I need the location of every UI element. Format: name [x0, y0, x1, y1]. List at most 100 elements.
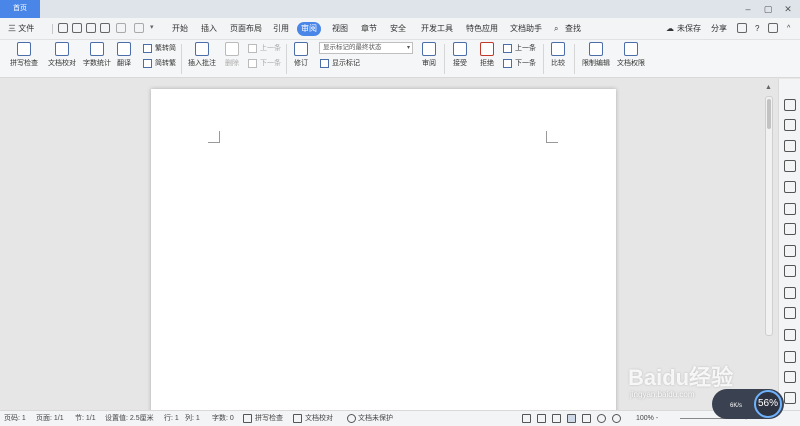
prev-comment-icon: [248, 44, 257, 53]
spell-check-button[interactable]: 拼写检查: [6, 42, 42, 68]
chevron-down-icon[interactable]: ▾: [150, 23, 160, 33]
tab-chapter[interactable]: 章节: [361, 22, 377, 36]
print-icon[interactable]: [86, 23, 96, 33]
simp-to-trad-button[interactable]: 简转繁: [143, 58, 176, 69]
close-button[interactable]: ✕: [778, 0, 798, 18]
style-pane-icon[interactable]: [784, 99, 796, 111]
page-count: 页面: 1/1: [36, 415, 64, 422]
zoom-level[interactable]: 100% -: [636, 411, 658, 426]
tab-page-layout[interactable]: 页面布局: [230, 22, 262, 36]
tab-security[interactable]: 安全: [390, 22, 406, 36]
reject-button[interactable]: 拒绝: [476, 42, 498, 68]
menu-bar: 三 文件 ▾ 开始 插入 页面布局 引用 审阅 视图 章节 安全 开发工具 特色…: [0, 18, 800, 40]
tab-insert[interactable]: 插入: [201, 22, 217, 36]
tab-references[interactable]: 引用: [273, 22, 289, 36]
select-pointer-icon[interactable]: [784, 119, 796, 131]
speed-percent: 56%: [754, 390, 782, 418]
doc-proof-button[interactable]: 文档校对: [46, 42, 78, 68]
eye-protection-icon[interactable]: [612, 414, 621, 423]
fullscreen-icon[interactable]: [522, 414, 531, 423]
spell-check-status-icon: [243, 414, 252, 423]
show-markup-button[interactable]: 显示标记: [320, 58, 360, 69]
shape-icon[interactable]: [784, 160, 796, 172]
word-count-button[interactable]: 字数统计: [81, 42, 113, 68]
restrict-edit-button[interactable]: 限制编辑: [580, 42, 612, 68]
accept-icon: [453, 42, 467, 56]
unsaved-status[interactable]: 未保存: [677, 22, 701, 36]
doc-proof-status[interactable]: 文档校对: [305, 411, 333, 426]
chart-icon[interactable]: [784, 245, 796, 257]
edit-icon[interactable]: [784, 287, 796, 299]
file-menu-button[interactable]: 三 文件: [8, 22, 34, 36]
vertical-scrollbar[interactable]: [765, 96, 773, 336]
help-button[interactable]: ?: [755, 22, 759, 36]
image-icon[interactable]: [784, 371, 796, 383]
table-icon[interactable]: [784, 203, 796, 215]
accept-button[interactable]: 接受: [449, 42, 471, 68]
undo-icon[interactable]: [116, 23, 126, 33]
prev-change-button[interactable]: 上一条: [503, 43, 536, 54]
adjust-icon[interactable]: [784, 265, 796, 277]
track-changes-button[interactable]: 修订: [290, 42, 312, 68]
location-icon[interactable]: [784, 140, 796, 152]
review-pane-icon: [422, 42, 436, 56]
watermark-logo: Baidu经验: [628, 365, 734, 390]
review-pane-label: 审阅: [422, 60, 436, 67]
tab-special[interactable]: 特色应用: [466, 22, 498, 36]
word-count-status[interactable]: 字数: 0: [212, 411, 234, 426]
mail-icon[interactable]: [768, 23, 778, 33]
tab-view[interactable]: 视图: [332, 22, 348, 36]
tab-start[interactable]: 开始: [172, 22, 188, 36]
scrollbar-thumb[interactable]: [767, 99, 771, 129]
review-pane-button[interactable]: 审阅: [418, 42, 440, 68]
web-view-icon[interactable]: [597, 414, 606, 423]
minimize-button[interactable]: –: [738, 0, 758, 18]
grid-icon[interactable]: [784, 223, 796, 235]
next-change-button[interactable]: 下一条: [503, 58, 536, 69]
search-icon[interactable]: ⌕: [554, 22, 558, 36]
pen-icon[interactable]: [552, 414, 561, 423]
home-tab[interactable]: 首页: [0, 0, 40, 18]
compare-label: 比较: [551, 60, 565, 67]
cloud-icon: ☁: [666, 24, 674, 33]
lock-icon[interactable]: [784, 329, 796, 341]
print-preview-icon[interactable]: [100, 23, 110, 33]
triangle-icon[interactable]: [784, 181, 796, 193]
word-count-label: 字数统计: [83, 60, 111, 67]
protection-status[interactable]: 文档未保护: [358, 411, 393, 426]
next-comment-button[interactable]: 下一条: [248, 58, 281, 69]
delete-comment-button[interactable]: 删除: [222, 42, 242, 68]
hand-icon[interactable]: [784, 392, 796, 404]
trad-to-simp-button[interactable]: 繁转简: [143, 43, 176, 54]
redo-icon[interactable]: [134, 23, 144, 33]
translate-button[interactable]: 翻译: [114, 42, 134, 68]
reading-mode-icon[interactable]: [537, 414, 546, 423]
share-out-icon[interactable]: [784, 307, 796, 319]
document-page[interactable]: [151, 89, 616, 419]
panel-icon[interactable]: [784, 351, 796, 363]
compare-icon: [551, 42, 565, 56]
prev-comment-button[interactable]: 上一条: [248, 43, 281, 54]
markup-state-select[interactable]: 显示标记的最终状态: [319, 42, 413, 54]
save-icon[interactable]: [58, 23, 68, 33]
settings-icon[interactable]: [737, 23, 747, 33]
spell-check-status[interactable]: 拼写检查: [255, 411, 283, 426]
doc-permissions-button[interactable]: 文档权限: [615, 42, 647, 68]
page-number[interactable]: 页码: 1: [4, 411, 26, 426]
maximize-button[interactable]: ▢: [758, 0, 778, 18]
insert-comment-button[interactable]: 插入批注: [186, 42, 218, 68]
delete-comment-label: 删除: [225, 60, 239, 67]
next-change-icon: [503, 59, 512, 68]
speed-widget[interactable]: 6K/s 56%: [712, 389, 784, 419]
tab-doc-assistant[interactable]: 文档助手: [510, 22, 542, 36]
compare-button[interactable]: 比较: [547, 42, 569, 68]
tab-review[interactable]: 审阅: [297, 22, 321, 36]
collapse-ribbon-icon[interactable]: ^: [787, 22, 790, 36]
search-button[interactable]: 查找: [565, 22, 581, 36]
tab-developer[interactable]: 开发工具: [421, 22, 453, 36]
scroll-up-icon[interactable]: ▲: [765, 84, 772, 91]
outline-view-icon[interactable]: [582, 414, 591, 423]
page-view-icon[interactable]: [567, 414, 576, 423]
export-pdf-icon[interactable]: [72, 23, 82, 33]
share-button[interactable]: 分享: [711, 22, 727, 36]
